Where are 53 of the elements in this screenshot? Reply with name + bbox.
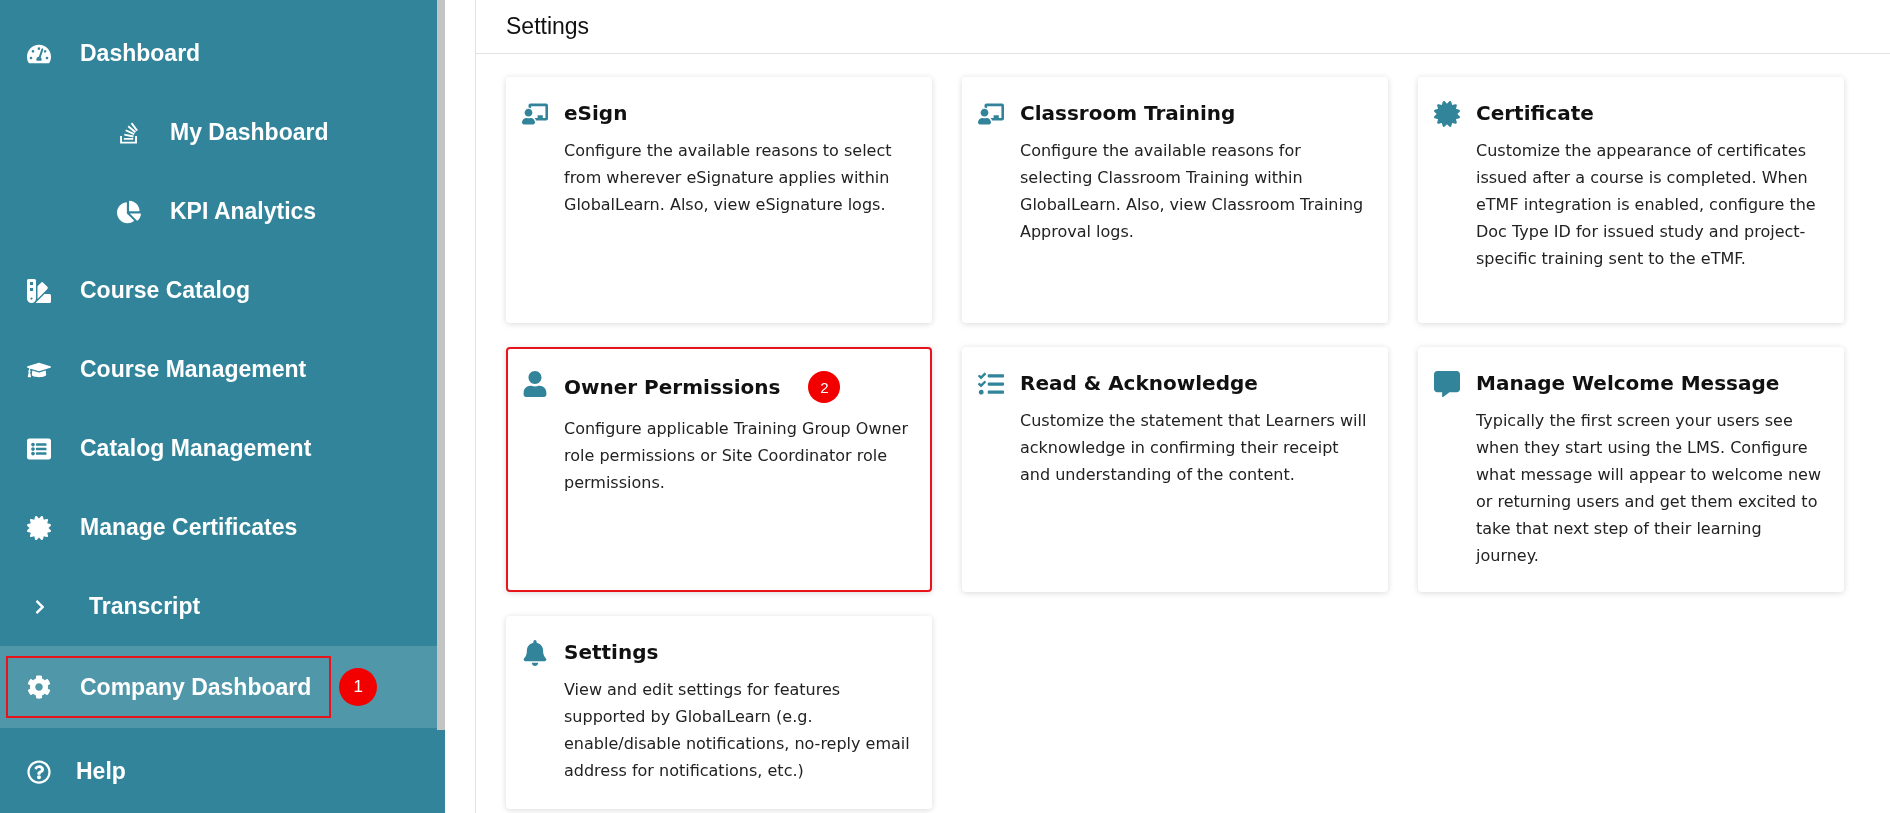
user-icon bbox=[522, 371, 548, 399]
sidebar-item[interactable]: Company Dashboard 1 bbox=[0, 646, 437, 728]
card-title: eSign bbox=[564, 101, 628, 125]
sidebar-item[interactable]: KPI Analytics bbox=[0, 172, 437, 251]
sidebar-item[interactable]: Manage Certificates bbox=[0, 488, 437, 567]
card-description: View and edit settings for features supported by GlobalLearn (e.g. enable/disable notifications, no-reply email address for notifications, etc.) bbox=[564, 679, 911, 782]
bell-icon bbox=[522, 640, 548, 668]
settings-card[interactable]: Read & Acknowledge Customize the statement that Learners will acknowledge in confirming their receipt and understanding of the content. bbox=[962, 347, 1388, 592]
list-icon bbox=[24, 436, 54, 461]
card-title: Settings bbox=[564, 640, 659, 664]
swatchbook-icon bbox=[24, 278, 54, 303]
card-description: Typically the first screen your users see when they start using the LMS. Configure what message will appear to welcome new or returning users and get them excited to take that next step of their learning journey. bbox=[1476, 410, 1822, 567]
sidebar-item-label: Transcript bbox=[89, 593, 201, 620]
sidebar-item-label: Manage Certificates bbox=[80, 514, 298, 541]
sidebar-item-label: KPI Analytics bbox=[170, 198, 317, 225]
card-description: Configure the available reasons to select from wherever eSignature applies within GlobalLearn. Also, view eSignature logs. bbox=[564, 140, 893, 216]
sidebar-item-label: Dashboard bbox=[80, 40, 201, 67]
settings-card[interactable]: Classroom Training Configure the available reasons for selecting Classroom Training within GlobalLearn. Also, view Classroom Training Approval logs. bbox=[962, 77, 1388, 323]
sidebar-item-label: Course Catalog bbox=[80, 277, 250, 304]
card-description: Configure the available reasons for selecting Classroom Training within GlobalLearn. Also, view Classroom Training Approval logs. bbox=[1020, 140, 1365, 243]
sidebar-item-label: Catalog Management bbox=[80, 435, 312, 462]
card-description: Customize the statement that Learners will acknowledge in confirming their receipt and understanding of the content. bbox=[1020, 410, 1368, 486]
card-title: Certificate bbox=[1476, 101, 1594, 125]
card-title: Manage Welcome Message bbox=[1476, 371, 1780, 395]
settings-card[interactable]: Owner Permissions 2 Configure applicable Training Group Owner role permissions or Site Coordinator role permissions. bbox=[506, 347, 932, 592]
card-description: Configure applicable Training Group Owner role permissions or Site Coordinator role permissions. bbox=[564, 418, 910, 494]
speech-bubble-icon bbox=[1434, 371, 1460, 399]
settings-card[interactable]: eSign Configure the available reasons to select from wherever eSignature applies within GlobalLearn. Also, view eSignature logs. bbox=[506, 77, 932, 323]
card-title: Owner Permissions bbox=[564, 375, 781, 399]
card-title: Read & Acknowledge bbox=[1020, 371, 1258, 395]
sidebar-item-label: Course Management bbox=[80, 356, 307, 383]
sidebar-item[interactable]: Course Catalog bbox=[0, 251, 437, 330]
callout-badge: 2 bbox=[808, 371, 841, 403]
settings-card[interactable] bbox=[1418, 347, 1844, 592]
sidebar-item[interactable]: Transcript bbox=[0, 567, 437, 646]
sidebar-item[interactable]: Catalog Management bbox=[0, 409, 437, 488]
sidebar-item-label: Company Dashboard bbox=[80, 673, 312, 701]
pie-chart-icon bbox=[114, 199, 144, 224]
card-description: Customize the appearance of certificates issued after a course is completed. When eTMF integration is enabled, configure the Doc Type ID for issued study and project-specific training sent to the eTMF. bbox=[1476, 140, 1817, 270]
card-title: Classroom Training bbox=[1020, 101, 1236, 125]
settings-card[interactable]: Settings View and edit settings for features supported by GlobalLearn (e.g. enable/disable notifications, no-reply email address for notifications, etc.) bbox=[506, 616, 932, 809]
callout-badge: 1 bbox=[339, 668, 378, 706]
help-label: Help bbox=[76, 758, 126, 785]
sidebar-item[interactable]: Dashboard bbox=[0, 14, 437, 93]
question-icon bbox=[24, 759, 54, 784]
sidebar-item[interactable]: Course Management bbox=[0, 330, 437, 409]
settings-card[interactable] bbox=[1418, 77, 1844, 323]
scrollbar[interactable] bbox=[437, 0, 445, 730]
page-title: Settings bbox=[506, 13, 590, 40]
sidebar-item[interactable]: My Dashboard bbox=[0, 93, 437, 172]
certificate-icon bbox=[24, 515, 54, 540]
sidebar-item-label: My Dashboard bbox=[170, 119, 329, 146]
certificate-icon bbox=[1434, 101, 1460, 129]
